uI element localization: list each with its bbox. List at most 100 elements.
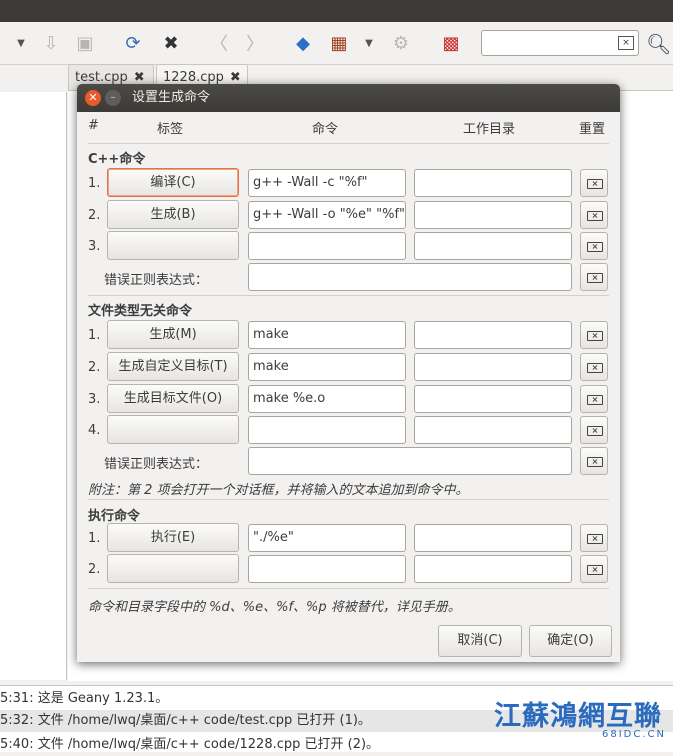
column-header-num: # <box>88 118 99 133</box>
workdir-field[interactable] <box>414 416 572 444</box>
toolbar: ▼ ⇩ ▣ ⟳ ✖ 〈 〉 ◆ ▦ ▼ ⚙ ▩ × 🔍︎ <box>0 22 673 65</box>
label-button-compile[interactable]: 编译(C) <box>107 168 239 197</box>
label-button-empty[interactable] <box>107 415 239 444</box>
label-button-make-object[interactable]: 生成目标文件(O) <box>107 384 239 413</box>
clear-icon: × <box>587 242 603 252</box>
command-field[interactable]: g++ -Wall -o "%e" "%f" <box>248 201 406 229</box>
divider <box>88 295 609 296</box>
workdir-field[interactable] <box>414 385 572 413</box>
regex-field[interactable] <box>248 447 572 475</box>
close-tab-icon[interactable]: ✖ <box>134 70 145 85</box>
reset-button[interactable]: × <box>580 447 608 475</box>
reset-button[interactable]: × <box>580 524 608 552</box>
label-button-empty[interactable] <box>107 554 239 583</box>
minimize-icon[interactable]: – <box>105 90 121 106</box>
label-button-make-custom[interactable]: 生成自定义目标(T) <box>107 352 239 381</box>
search-input[interactable]: × <box>481 30 639 56</box>
clear-icon: × <box>587 211 603 221</box>
row-number: 4. <box>88 423 101 438</box>
label-button-execute[interactable]: 执行(E) <box>107 523 239 552</box>
message-line: 5:31: 这是 Geany 1.23.1。 <box>0 691 169 706</box>
save-icon[interactable]: ⇩ <box>38 30 64 56</box>
reset-button[interactable]: × <box>580 263 608 291</box>
revert-icon[interactable]: ⟳ <box>120 30 146 56</box>
close-tab-icon[interactable]: ✖ <box>230 70 241 85</box>
dialog-title-bar: ✕ – 设置生成命令 <box>77 84 620 112</box>
command-field[interactable]: make <box>248 353 406 381</box>
ok-button[interactable]: 确定(O) <box>529 625 612 657</box>
tab-label: test.cpp <box>75 70 128 85</box>
reset-button[interactable]: × <box>580 353 608 381</box>
regex-label: 错误正则表达式： <box>104 457 209 472</box>
clear-icon: × <box>587 395 603 405</box>
note-text: 附注：第 2 项会打开一个对话框，并将输入的文本追加到命令中。 <box>88 483 469 498</box>
workdir-field[interactable] <box>414 555 572 583</box>
row-number: 1. <box>88 328 101 343</box>
dropdown-arrow-icon[interactable]: ▼ <box>8 30 34 56</box>
column-header-workdir: 工作目录 <box>463 122 516 137</box>
workdir-field[interactable] <box>414 353 572 381</box>
search-icon[interactable]: 🔍︎ <box>646 32 671 56</box>
reset-button[interactable]: × <box>580 232 608 260</box>
divider <box>88 499 609 500</box>
row-number: 1. <box>88 176 101 191</box>
back-icon[interactable]: 〈 <box>206 30 232 56</box>
divider <box>88 143 609 144</box>
row-number: 2. <box>88 562 101 577</box>
regex-field[interactable] <box>248 263 572 291</box>
command-field[interactable]: make %e.o <box>248 385 406 413</box>
clear-search-icon[interactable]: × <box>618 36 634 50</box>
divider <box>88 588 609 589</box>
row-number: 3. <box>88 392 101 407</box>
color-chooser-icon[interactable]: ▩ <box>438 30 464 56</box>
reset-button[interactable]: × <box>580 201 608 229</box>
row-number: 3. <box>88 239 101 254</box>
label-button-empty[interactable] <box>107 231 239 260</box>
clear-icon: × <box>587 426 603 436</box>
sidebar-panel <box>0 92 67 680</box>
clear-icon: × <box>587 565 603 575</box>
build-dropdown-icon[interactable]: ▼ <box>356 30 382 56</box>
compile-icon[interactable]: ◆ <box>290 30 316 56</box>
command-field[interactable]: "./%e" <box>248 524 406 552</box>
column-header-reset: 重置 <box>579 122 606 137</box>
workdir-field[interactable] <box>414 169 572 197</box>
clear-icon: × <box>587 179 603 189</box>
label-button-make[interactable]: 生成(M) <box>107 320 239 349</box>
footer-note: 命令和目录字段中的 %d、%e、%f、%p 将被替代，详见手册。 <box>88 600 461 615</box>
workdir-field[interactable] <box>414 321 572 349</box>
workdir-field[interactable] <box>414 524 572 552</box>
label-button-build[interactable]: 生成(B) <box>107 200 239 229</box>
execute-gear-icon[interactable]: ⚙ <box>388 30 414 56</box>
dialog-title: 设置生成命令 <box>132 90 211 105</box>
reset-button[interactable]: × <box>580 321 608 349</box>
command-field[interactable] <box>248 416 406 444</box>
command-field[interactable]: make <box>248 321 406 349</box>
command-field[interactable] <box>248 555 406 583</box>
cancel-button[interactable]: 取消(C) <box>438 625 522 657</box>
row-number: 2. <box>88 208 101 223</box>
clear-icon: × <box>587 363 603 373</box>
section-title-independent: 文件类型无关命令 <box>88 304 193 319</box>
reset-button[interactable]: × <box>580 385 608 413</box>
close-file-icon[interactable]: ✖ <box>158 30 184 56</box>
clear-icon: × <box>587 331 603 341</box>
reset-button[interactable]: × <box>580 416 608 444</box>
regex-label: 错误正则表达式： <box>104 273 209 288</box>
workdir-field[interactable] <box>414 201 572 229</box>
build-icon[interactable]: ▦ <box>326 30 352 56</box>
reset-button[interactable]: × <box>580 555 608 583</box>
forward-icon[interactable]: 〉 <box>242 30 268 56</box>
close-icon[interactable]: ✕ <box>85 90 101 106</box>
command-field[interactable]: g++ -Wall -c "%f" <box>248 169 406 197</box>
column-header-label: 标签 <box>157 122 184 137</box>
section-title-execute: 执行命令 <box>88 509 141 524</box>
section-title-cpp: C++命令 <box>88 152 146 167</box>
clear-icon: × <box>587 457 603 467</box>
clear-icon: × <box>587 534 603 544</box>
row-number: 1. <box>88 531 101 546</box>
reset-button[interactable]: × <box>580 169 608 197</box>
workdir-field[interactable] <box>414 232 572 260</box>
save-all-icon[interactable]: ▣ <box>72 30 98 56</box>
command-field[interactable] <box>248 232 406 260</box>
